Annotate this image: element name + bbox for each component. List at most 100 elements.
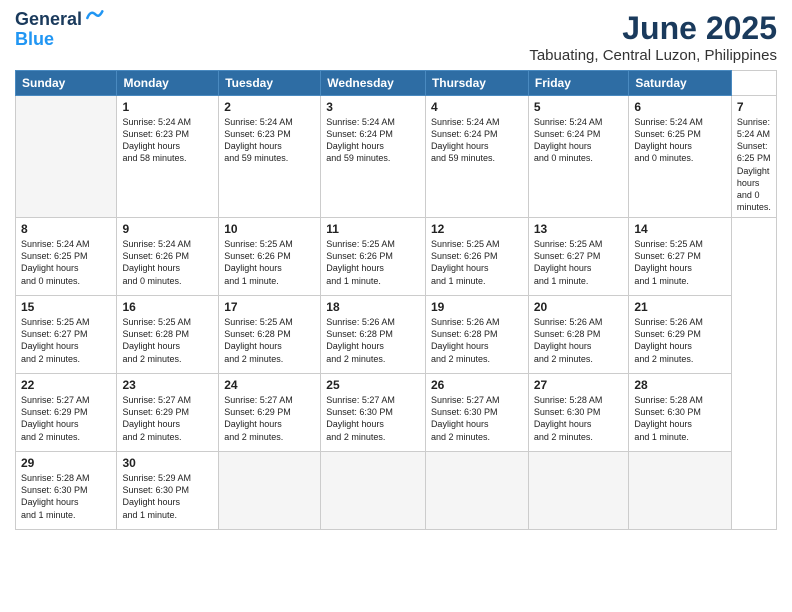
logo-icon (84, 8, 104, 28)
week-row-5: 29 Sunrise: 5:28 AMSunset: 6:30 PMDaylig… (16, 452, 777, 530)
day-info: Sunrise: 5:26 AMSunset: 6:29 PMDaylight … (634, 316, 726, 365)
day-info: Sunrise: 5:24 AMSunset: 6:24 PMDaylight … (326, 116, 420, 165)
week-row-3: 15 Sunrise: 5:25 AMSunset: 6:27 PMDaylig… (16, 296, 777, 374)
day-info: Sunrise: 5:24 AMSunset: 6:23 PMDaylight … (224, 116, 315, 165)
calendar-cell: 1 Sunrise: 5:24 AMSunset: 6:23 PMDayligh… (117, 96, 219, 218)
day-number: 20 (534, 300, 623, 314)
calendar-cell: 22 Sunrise: 5:27 AMSunset: 6:29 PMDaylig… (16, 374, 117, 452)
day-info: Sunrise: 5:28 AMSunset: 6:30 PMDaylight … (634, 394, 726, 443)
col-friday: Friday (528, 71, 628, 96)
calendar-cell (219, 452, 321, 530)
calendar-cell: 2 Sunrise: 5:24 AMSunset: 6:23 PMDayligh… (219, 96, 321, 218)
calendar-cell (528, 452, 628, 530)
calendar-cell: 13 Sunrise: 5:25 AMSunset: 6:27 PMDaylig… (528, 218, 628, 296)
calendar-cell: 11 Sunrise: 5:25 AMSunset: 6:26 PMDaylig… (321, 218, 426, 296)
calendar: Sunday Monday Tuesday Wednesday Thursday… (15, 70, 777, 530)
calendar-cell: 10 Sunrise: 5:25 AMSunset: 6:26 PMDaylig… (219, 218, 321, 296)
day-number: 5 (534, 100, 623, 114)
calendar-cell: 18 Sunrise: 5:26 AMSunset: 6:28 PMDaylig… (321, 296, 426, 374)
logo: General Blue (15, 10, 104, 50)
calendar-cell (629, 452, 732, 530)
calendar-cell: 8 Sunrise: 5:24 AMSunset: 6:25 PMDayligh… (16, 218, 117, 296)
day-number: 16 (122, 300, 213, 314)
day-info: Sunrise: 5:26 AMSunset: 6:28 PMDaylight … (326, 316, 420, 365)
subtitle: Tabuating, Central Luzon, Philippines (529, 47, 777, 64)
calendar-cell: 3 Sunrise: 5:24 AMSunset: 6:24 PMDayligh… (321, 96, 426, 218)
day-number: 25 (326, 378, 420, 392)
day-number: 15 (21, 300, 111, 314)
day-number: 21 (634, 300, 726, 314)
calendar-cell: 21 Sunrise: 5:26 AMSunset: 6:29 PMDaylig… (629, 296, 732, 374)
calendar-cell: 4 Sunrise: 5:24 AMSunset: 6:24 PMDayligh… (425, 96, 528, 218)
calendar-cell: 5 Sunrise: 5:24 AMSunset: 6:24 PMDayligh… (528, 96, 628, 218)
calendar-cell (425, 452, 528, 530)
day-info: Sunrise: 5:26 AMSunset: 6:28 PMDaylight … (534, 316, 623, 365)
day-number: 14 (634, 222, 726, 236)
day-info: Sunrise: 5:27 AMSunset: 6:29 PMDaylight … (21, 394, 111, 443)
day-info: Sunrise: 5:25 AMSunset: 6:27 PMDaylight … (634, 238, 726, 287)
day-number: 23 (122, 378, 213, 392)
day-info: Sunrise: 5:25 AMSunset: 6:26 PMDaylight … (431, 238, 523, 287)
day-info: Sunrise: 5:25 AMSunset: 6:26 PMDaylight … (326, 238, 420, 287)
calendar-cell (321, 452, 426, 530)
calendar-cell: 23 Sunrise: 5:27 AMSunset: 6:29 PMDaylig… (117, 374, 219, 452)
calendar-cell: 9 Sunrise: 5:24 AMSunset: 6:26 PMDayligh… (117, 218, 219, 296)
title-block: June 2025 Tabuating, Central Luzon, Phil… (529, 10, 777, 64)
day-info: Sunrise: 5:29 AMSunset: 6:30 PMDaylight … (122, 472, 213, 521)
day-number: 19 (431, 300, 523, 314)
day-info: Sunrise: 5:26 AMSunset: 6:28 PMDaylight … (431, 316, 523, 365)
day-info: Sunrise: 5:24 AMSunset: 6:23 PMDaylight … (122, 116, 213, 165)
week-row-4: 22 Sunrise: 5:27 AMSunset: 6:29 PMDaylig… (16, 374, 777, 452)
day-info: Sunrise: 5:25 AMSunset: 6:27 PMDaylight … (21, 316, 111, 365)
calendar-cell: 24 Sunrise: 5:27 AMSunset: 6:29 PMDaylig… (219, 374, 321, 452)
day-info: Sunrise: 5:24 AMSunset: 6:24 PMDaylight … (534, 116, 623, 165)
day-info: Sunrise: 5:25 AMSunset: 6:27 PMDaylight … (534, 238, 623, 287)
day-info: Sunrise: 5:25 AMSunset: 6:28 PMDaylight … (122, 316, 213, 365)
day-number: 12 (431, 222, 523, 236)
day-number: 4 (431, 100, 523, 114)
day-number: 7 (737, 100, 771, 114)
calendar-cell: 19 Sunrise: 5:26 AMSunset: 6:28 PMDaylig… (425, 296, 528, 374)
day-number: 8 (21, 222, 111, 236)
week-row-1: 1 Sunrise: 5:24 AMSunset: 6:23 PMDayligh… (16, 96, 777, 218)
day-number: 10 (224, 222, 315, 236)
calendar-header-row: Sunday Monday Tuesday Wednesday Thursday… (16, 71, 777, 96)
day-info: Sunrise: 5:28 AMSunset: 6:30 PMDaylight … (534, 394, 623, 443)
week-row-2: 8 Sunrise: 5:24 AMSunset: 6:25 PMDayligh… (16, 218, 777, 296)
day-info: Sunrise: 5:24 AMSunset: 6:25 PMDaylight … (21, 238, 111, 287)
col-wednesday: Wednesday (321, 71, 426, 96)
day-info: Sunrise: 5:27 AMSunset: 6:29 PMDaylight … (122, 394, 213, 443)
col-saturday: Saturday (629, 71, 732, 96)
col-sunday: Sunday (16, 71, 117, 96)
day-number: 17 (224, 300, 315, 314)
calendar-cell: 29 Sunrise: 5:28 AMSunset: 6:30 PMDaylig… (16, 452, 117, 530)
day-number: 29 (21, 456, 111, 470)
day-number: 27 (534, 378, 623, 392)
day-info: Sunrise: 5:25 AMSunset: 6:26 PMDaylight … (224, 238, 315, 287)
day-number: 3 (326, 100, 420, 114)
day-number: 11 (326, 222, 420, 236)
day-number: 22 (21, 378, 111, 392)
calendar-cell: 27 Sunrise: 5:28 AMSunset: 6:30 PMDaylig… (528, 374, 628, 452)
col-tuesday: Tuesday (219, 71, 321, 96)
logo-text: General (15, 10, 82, 30)
page: General Blue June 2025 Tabuating, Centra… (0, 0, 792, 612)
calendar-cell: 30 Sunrise: 5:29 AMSunset: 6:30 PMDaylig… (117, 452, 219, 530)
calendar-cell: 17 Sunrise: 5:25 AMSunset: 6:28 PMDaylig… (219, 296, 321, 374)
calendar-cell: 25 Sunrise: 5:27 AMSunset: 6:30 PMDaylig… (321, 374, 426, 452)
day-number: 9 (122, 222, 213, 236)
day-number: 2 (224, 100, 315, 114)
main-title: June 2025 (529, 10, 777, 47)
day-info: Sunrise: 5:27 AMSunset: 6:30 PMDaylight … (326, 394, 420, 443)
day-info: Sunrise: 5:25 AMSunset: 6:28 PMDaylight … (224, 316, 315, 365)
calendar-cell: 7 Sunrise: 5:24 AMSunset: 6:25 PMDayligh… (731, 96, 776, 218)
col-monday: Monday (117, 71, 219, 96)
day-number: 30 (122, 456, 213, 470)
day-info: Sunrise: 5:27 AMSunset: 6:30 PMDaylight … (431, 394, 523, 443)
day-info: Sunrise: 5:24 AMSunset: 6:25 PMDaylight … (634, 116, 726, 165)
calendar-cell: 6 Sunrise: 5:24 AMSunset: 6:25 PMDayligh… (629, 96, 732, 218)
calendar-cell: 15 Sunrise: 5:25 AMSunset: 6:27 PMDaylig… (16, 296, 117, 374)
logo-text2: Blue (15, 30, 54, 50)
day-info: Sunrise: 5:24 AMSunset: 6:26 PMDaylight … (122, 238, 213, 287)
day-info: Sunrise: 5:27 AMSunset: 6:29 PMDaylight … (224, 394, 315, 443)
